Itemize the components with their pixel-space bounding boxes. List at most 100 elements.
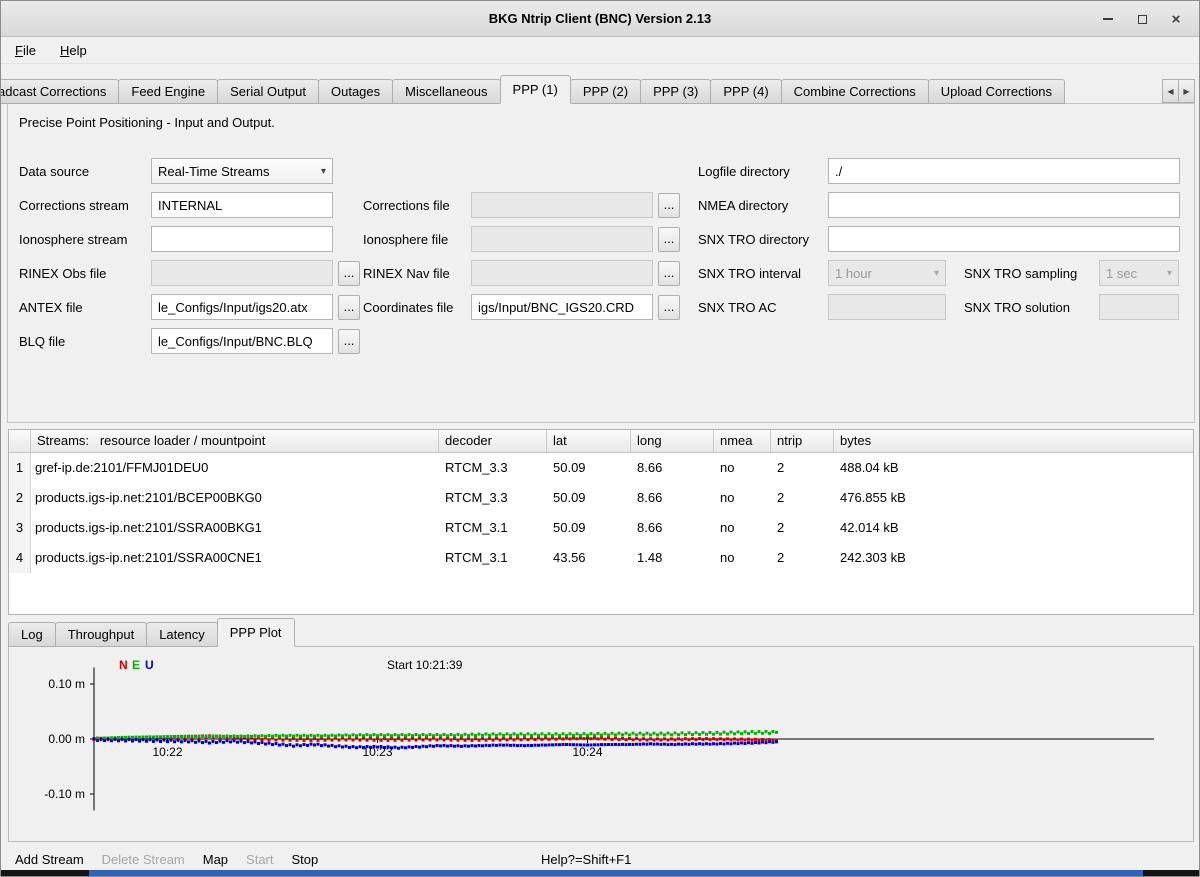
titlebar[interactable]: BKG Ntrip Client (BNC) Version 2.13 × — [1, 1, 1199, 37]
bottom-tab-ppp-plot[interactable]: PPP Plot — [217, 618, 295, 647]
y-tick-label: 0.10 m — [48, 677, 85, 691]
chevron-down-icon: ▾ — [321, 166, 326, 177]
ionosphere-file-browse-button[interactable]: ... — [658, 227, 680, 252]
logfile-directory-label: Logfile directory — [698, 164, 790, 179]
chevron-down-icon: ▾ — [1167, 268, 1172, 279]
table-row[interactable]: 4products.igs-ip.net:2101/SSRA00CNE1RTCM… — [9, 543, 1193, 573]
rinex-nav-browse-button[interactable]: ... — [658, 261, 680, 286]
table-row[interactable]: 2products.igs-ip.net:2101/BCEP00BKG0RTCM… — [9, 483, 1193, 513]
row-number: 2 — [9, 483, 31, 513]
x-tick-label: 10:24 — [572, 745, 602, 759]
tab-scroll-buttons: ◀ ▶ — [1163, 79, 1195, 103]
antex-file-input[interactable] — [151, 294, 333, 320]
header-long[interactable]: long — [631, 430, 714, 452]
corrections-file-browse-button[interactable]: ... — [658, 193, 680, 218]
tab-upload-corrections[interactable]: Upload Corrections — [928, 79, 1065, 104]
cell-ntrip: 2 — [771, 453, 834, 483]
header-nmea[interactable]: nmea — [714, 430, 771, 452]
legend-u: U — [145, 658, 154, 672]
tab-scroll-left-icon[interactable]: ◀ — [1162, 79, 1179, 103]
cell-long: 1.48 — [631, 543, 714, 573]
cell-lat: 50.09 — [547, 513, 631, 543]
rinex-nav-file-input — [471, 260, 653, 286]
antex-browse-button[interactable]: ... — [338, 295, 360, 320]
snx-tro-interval-select: 1 hour ▾ — [828, 260, 946, 286]
ionosphere-stream-input[interactable] — [151, 226, 333, 252]
corrections-stream-input[interactable] — [151, 192, 333, 218]
tab-ppp-1[interactable]: PPP (1) — [500, 75, 571, 104]
header-decoder[interactable]: decoder — [439, 430, 547, 452]
map-button[interactable]: Map — [203, 852, 228, 867]
tab-combine-corrections[interactable]: Combine Corrections — [781, 79, 929, 104]
cell-mountpoint: gref-ip.de:2101/FFMJ01DEU0 — [31, 453, 439, 483]
snx-tro-interval-value: 1 hour — [835, 266, 930, 281]
cell-lat: 50.09 — [547, 453, 631, 483]
bottom-tab-latency[interactable]: Latency — [146, 622, 218, 647]
menu-file[interactable]: File — [13, 41, 38, 60]
tab-ppp-4[interactable]: PPP (4) — [710, 79, 781, 104]
rinex-obs-browse-button[interactable]: ... — [338, 261, 360, 286]
streams-table-body: 1gref-ip.de:2101/FFMJ01DEU0RTCM_3.350.09… — [9, 453, 1193, 573]
tab-ppp-2[interactable]: PPP (2) — [570, 79, 641, 104]
snx-tro-ac-input — [828, 294, 946, 320]
data-source-label: Data source — [19, 164, 89, 179]
cell-mountpoint: products.igs-ip.net:2101/SSRA00BKG1 — [31, 513, 439, 543]
coordinates-browse-button[interactable]: ... — [658, 295, 680, 320]
minimize-icon[interactable] — [1095, 6, 1121, 32]
ionosphere-file-input — [471, 226, 653, 252]
window-controls: × — [1095, 6, 1189, 32]
blq-browse-button[interactable]: ... — [338, 329, 360, 354]
logfile-directory-input[interactable] — [828, 158, 1180, 184]
bottom-tab-throughput[interactable]: Throughput — [55, 622, 148, 647]
corrections-file-input — [471, 192, 653, 218]
coordinates-file-label: Coordinates file — [363, 300, 453, 315]
data-source-select[interactable]: Real-Time Streams ▾ — [151, 158, 333, 184]
ppp-plot-panel: 0.10 m0.00 m-0.10 m10:2210:2310:24NEUSta… — [8, 646, 1194, 842]
header-bytes[interactable]: bytes — [834, 430, 1193, 452]
cell-decoder: RTCM_3.1 — [439, 543, 547, 573]
cell-lat: 43.56 — [547, 543, 631, 573]
header-lat[interactable]: lat — [547, 430, 631, 452]
header-mountpoint[interactable]: Streams: resource loader / mountpoint — [31, 430, 439, 452]
cell-ntrip: 2 — [771, 483, 834, 513]
row-number: 1 — [9, 453, 31, 483]
tab-serial-output[interactable]: Serial Output — [217, 79, 319, 104]
tab-adcast-corrections[interactable]: adcast Corrections — [1, 79, 119, 104]
cell-long: 8.66 — [631, 513, 714, 543]
cell-decoder: RTCM_3.3 — [439, 453, 547, 483]
cell-nmea: no — [714, 453, 771, 483]
tab-feed-engine[interactable]: Feed Engine — [118, 79, 218, 104]
close-icon[interactable]: × — [1163, 6, 1189, 32]
cell-bytes: 42.014 kB — [834, 513, 1193, 543]
tab-ppp-3[interactable]: PPP (3) — [640, 79, 711, 104]
snx-tro-directory-input[interactable] — [828, 226, 1180, 252]
maximize-icon[interactable] — [1129, 6, 1155, 32]
bottom-edge-strip — [1, 870, 1199, 876]
coordinates-file-input[interactable] — [471, 294, 653, 320]
rinex-nav-file-label: RINEX Nav file — [363, 266, 450, 281]
cell-bytes: 476.855 kB — [834, 483, 1193, 513]
blq-file-input[interactable] — [151, 328, 333, 354]
tab-scroll-right-icon[interactable]: ▶ — [1178, 79, 1195, 103]
data-source-value: Real-Time Streams — [158, 164, 317, 179]
add-stream-button[interactable]: Add Stream — [15, 852, 84, 867]
streams-table-header: Streams: resource loader / mountpoint de… — [9, 430, 1193, 453]
cell-bytes: 488.04 kB — [834, 453, 1193, 483]
cell-ntrip: 2 — [771, 513, 834, 543]
snx-tro-directory-label: SNX TRO directory — [698, 232, 809, 247]
cell-nmea: no — [714, 483, 771, 513]
stop-button[interactable]: Stop — [292, 852, 319, 867]
bottom-tab-log[interactable]: Log — [8, 622, 56, 647]
menu-help[interactable]: Help — [58, 41, 89, 60]
tab-miscellaneous[interactable]: Miscellaneous — [392, 79, 500, 104]
cell-lat: 50.09 — [547, 483, 631, 513]
table-row[interactable]: 1gref-ip.de:2101/FFMJ01DEU0RTCM_3.350.09… — [9, 453, 1193, 483]
row-number: 3 — [9, 513, 31, 543]
tab-outages[interactable]: Outages — [318, 79, 393, 104]
table-row[interactable]: 3products.igs-ip.net:2101/SSRA00BKG1RTCM… — [9, 513, 1193, 543]
nmea-directory-input[interactable] — [828, 192, 1180, 218]
cell-decoder: RTCM_3.3 — [439, 483, 547, 513]
header-ntrip[interactable]: ntrip — [771, 430, 834, 452]
rinex-obs-file-label: RINEX Obs file — [19, 266, 106, 281]
corrections-file-label: Corrections file — [363, 198, 450, 213]
